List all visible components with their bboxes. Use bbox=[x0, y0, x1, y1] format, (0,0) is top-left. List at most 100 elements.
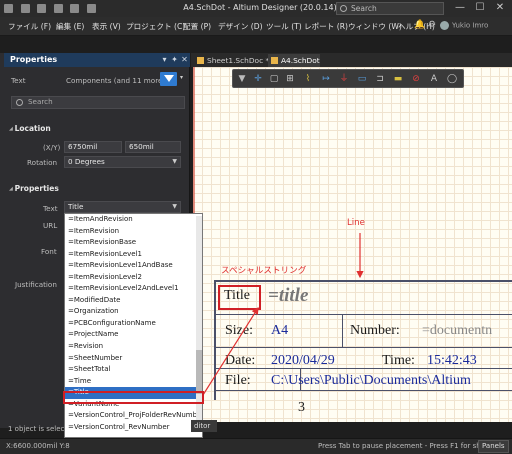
global-search-input[interactable]: Search bbox=[336, 2, 444, 15]
user-account[interactable]: Yukio Imro bbox=[440, 21, 508, 32]
pin-icon[interactable]: ✦ bbox=[170, 55, 179, 64]
dropdown-option[interactable]: =VersionControl_RevNumber bbox=[65, 422, 202, 434]
rotation-value: 0 Degrees bbox=[68, 157, 105, 166]
undo-icon[interactable] bbox=[70, 4, 80, 13]
text-icon[interactable]: A bbox=[429, 74, 439, 84]
text-select[interactable]: Title ▼ bbox=[64, 201, 181, 213]
dropdown-option[interactable]: =SheetNumber bbox=[65, 353, 202, 365]
title-block-top-line bbox=[214, 280, 512, 282]
wire-icon[interactable]: ⌇ bbox=[303, 74, 313, 84]
date-value: 2020/04/29 bbox=[271, 353, 335, 368]
sheet-number: 3 bbox=[298, 400, 305, 415]
dropdown-option[interactable]: =ModifiedDate bbox=[65, 295, 202, 307]
font-label: Font bbox=[41, 247, 57, 256]
rotation-label: Rotation bbox=[27, 158, 58, 167]
minimize-button[interactable]: — bbox=[452, 2, 468, 15]
menu-reports[interactable]: レポート (R) bbox=[304, 21, 348, 32]
y-field[interactable]: 650mil bbox=[125, 141, 181, 153]
menu-place[interactable]: 配置 (P) bbox=[183, 21, 211, 32]
status-hint: Press Tab to pause placement - Press F1 … bbox=[318, 442, 486, 450]
title-block-col-line bbox=[342, 315, 343, 347]
close-button[interactable]: ✕ bbox=[492, 2, 508, 15]
special-string-annotation: スペシャルストリング bbox=[221, 266, 307, 276]
panel-menu-icon[interactable]: ▾ bbox=[160, 55, 169, 64]
text-label: Text bbox=[43, 204, 58, 213]
panel-close-icon[interactable]: ✕ bbox=[180, 55, 189, 64]
port-icon[interactable]: ⊐ bbox=[375, 74, 385, 84]
gear-icon[interactable]: ⚙ bbox=[428, 20, 438, 30]
dropdown-option[interactable]: =ItemRevisionLevel2AndLevel1 bbox=[65, 283, 202, 295]
dropdown-option[interactable]: =ItemRevisionLevel2 bbox=[65, 272, 202, 284]
tab-label: Sheet1.SchDoc * bbox=[207, 56, 270, 65]
dropdown-option[interactable]: =ProjectName bbox=[65, 329, 202, 341]
xy-label: (X/Y) bbox=[43, 143, 61, 152]
align-icon[interactable]: ⊞ bbox=[285, 74, 295, 84]
directive-icon[interactable]: ▬ bbox=[393, 74, 403, 84]
user-name: Yukio Imro bbox=[452, 21, 489, 30]
cursor-coordinates: X:6600.000mil Y:8 bbox=[6, 442, 70, 450]
properties-search-placeholder: Search bbox=[28, 97, 53, 106]
text-select-value: Title bbox=[68, 202, 84, 211]
dropdown-option[interactable]: =SheetTotal bbox=[65, 364, 202, 376]
rotation-select[interactable]: 0 Degrees ▼ bbox=[64, 156, 181, 168]
filter-button[interactable] bbox=[160, 72, 177, 86]
dropdown-option[interactable]: =ItemRevisionBase bbox=[65, 237, 202, 249]
location-section-header[interactable]: Location bbox=[9, 124, 51, 133]
dropdown-option[interactable]: =ItemRevision bbox=[65, 226, 202, 238]
file-value: C:\Users\Public\Documents\Altium bbox=[271, 373, 471, 388]
shape-icon[interactable]: ◯ bbox=[447, 74, 457, 84]
editor-tab[interactable]: ditor bbox=[191, 420, 217, 432]
menu-window[interactable]: ウィンドウ (W) bbox=[348, 21, 402, 32]
save-all-icon[interactable] bbox=[37, 4, 47, 13]
menu-view[interactable]: 表示 (V) bbox=[92, 21, 121, 32]
title-special-string[interactable]: =title bbox=[268, 285, 308, 307]
filter-dropdown-arrow[interactable]: ▾ bbox=[180, 74, 183, 81]
chevron-down-icon: ▼ bbox=[172, 158, 177, 165]
select-icon[interactable]: ▢ bbox=[269, 74, 279, 84]
maximize-button[interactable]: ☐ bbox=[472, 2, 488, 15]
schematic-file-icon bbox=[197, 57, 204, 64]
no-erc-icon[interactable]: ⊘ bbox=[411, 74, 421, 84]
title-block-left-line bbox=[214, 280, 216, 400]
part-icon[interactable]: ▭ bbox=[357, 74, 367, 84]
menu-tools[interactable]: ツール (T) bbox=[266, 21, 302, 32]
open-icon[interactable] bbox=[53, 4, 63, 13]
power-icon[interactable]: ⏚ bbox=[339, 74, 349, 84]
dropdown-option[interactable]: =ItemAndRevision bbox=[65, 214, 202, 226]
selection-label: Components (and 11 more) bbox=[66, 76, 166, 85]
bell-icon[interactable]: 🔔 bbox=[414, 20, 425, 30]
properties-search-input[interactable]: Search bbox=[11, 96, 185, 109]
menu-design[interactable]: デザイン (D) bbox=[218, 21, 263, 32]
dropdown-option[interactable]: =PCBConfigurationName bbox=[65, 318, 202, 330]
redo-icon[interactable] bbox=[86, 4, 96, 13]
dropdown-option[interactable]: =Time bbox=[65, 376, 202, 388]
tab-a4[interactable]: A4.SchDot bbox=[268, 54, 320, 67]
search-icon bbox=[340, 5, 347, 12]
menu-project[interactable]: プロジェクト (C) bbox=[126, 21, 185, 32]
dropdown-option[interactable]: =ItemRevisionLevel1AndBase bbox=[65, 260, 202, 272]
x-field[interactable]: 6750mil bbox=[64, 141, 122, 153]
move-icon[interactable]: ✛ bbox=[253, 74, 263, 84]
status-bar: X:6600.000mil Y:8 Press Tab to pause pla… bbox=[0, 438, 512, 454]
bus-icon[interactable]: ↦ bbox=[321, 74, 331, 84]
avatar bbox=[440, 21, 449, 30]
panels-button[interactable]: Panels bbox=[478, 440, 509, 453]
filter-icon[interactable]: ▼ bbox=[237, 74, 247, 84]
date-label: Date: bbox=[225, 353, 256, 368]
tab-sheet1[interactable]: Sheet1.SchDoc * bbox=[194, 54, 270, 67]
number-value: =documentn bbox=[422, 323, 493, 338]
menu-edit[interactable]: 編集 (E) bbox=[56, 21, 84, 32]
dropdown-option[interactable]: =VersionControl_ProjFolderRevNumber bbox=[65, 410, 202, 422]
line-annotation: Line bbox=[347, 218, 365, 228]
time-label: Time: bbox=[382, 353, 415, 368]
dropdown-scroll-thumb[interactable] bbox=[196, 350, 202, 394]
dropdown-option[interactable]: =Revision bbox=[65, 341, 202, 353]
properties-section-header[interactable]: Properties bbox=[9, 184, 59, 193]
title-text[interactable]: Title bbox=[224, 288, 250, 304]
window-title: A4.SchDot - Altium Designer (20.0.14) bbox=[183, 3, 337, 12]
menu-file[interactable]: ファイル (F) bbox=[8, 21, 51, 32]
dropdown-option[interactable]: =Organization bbox=[65, 306, 202, 318]
dropdown-option[interactable]: =ItemRevisionLevel1 bbox=[65, 249, 202, 261]
save-icon[interactable] bbox=[20, 4, 30, 13]
title-block-row-line bbox=[214, 314, 512, 315]
